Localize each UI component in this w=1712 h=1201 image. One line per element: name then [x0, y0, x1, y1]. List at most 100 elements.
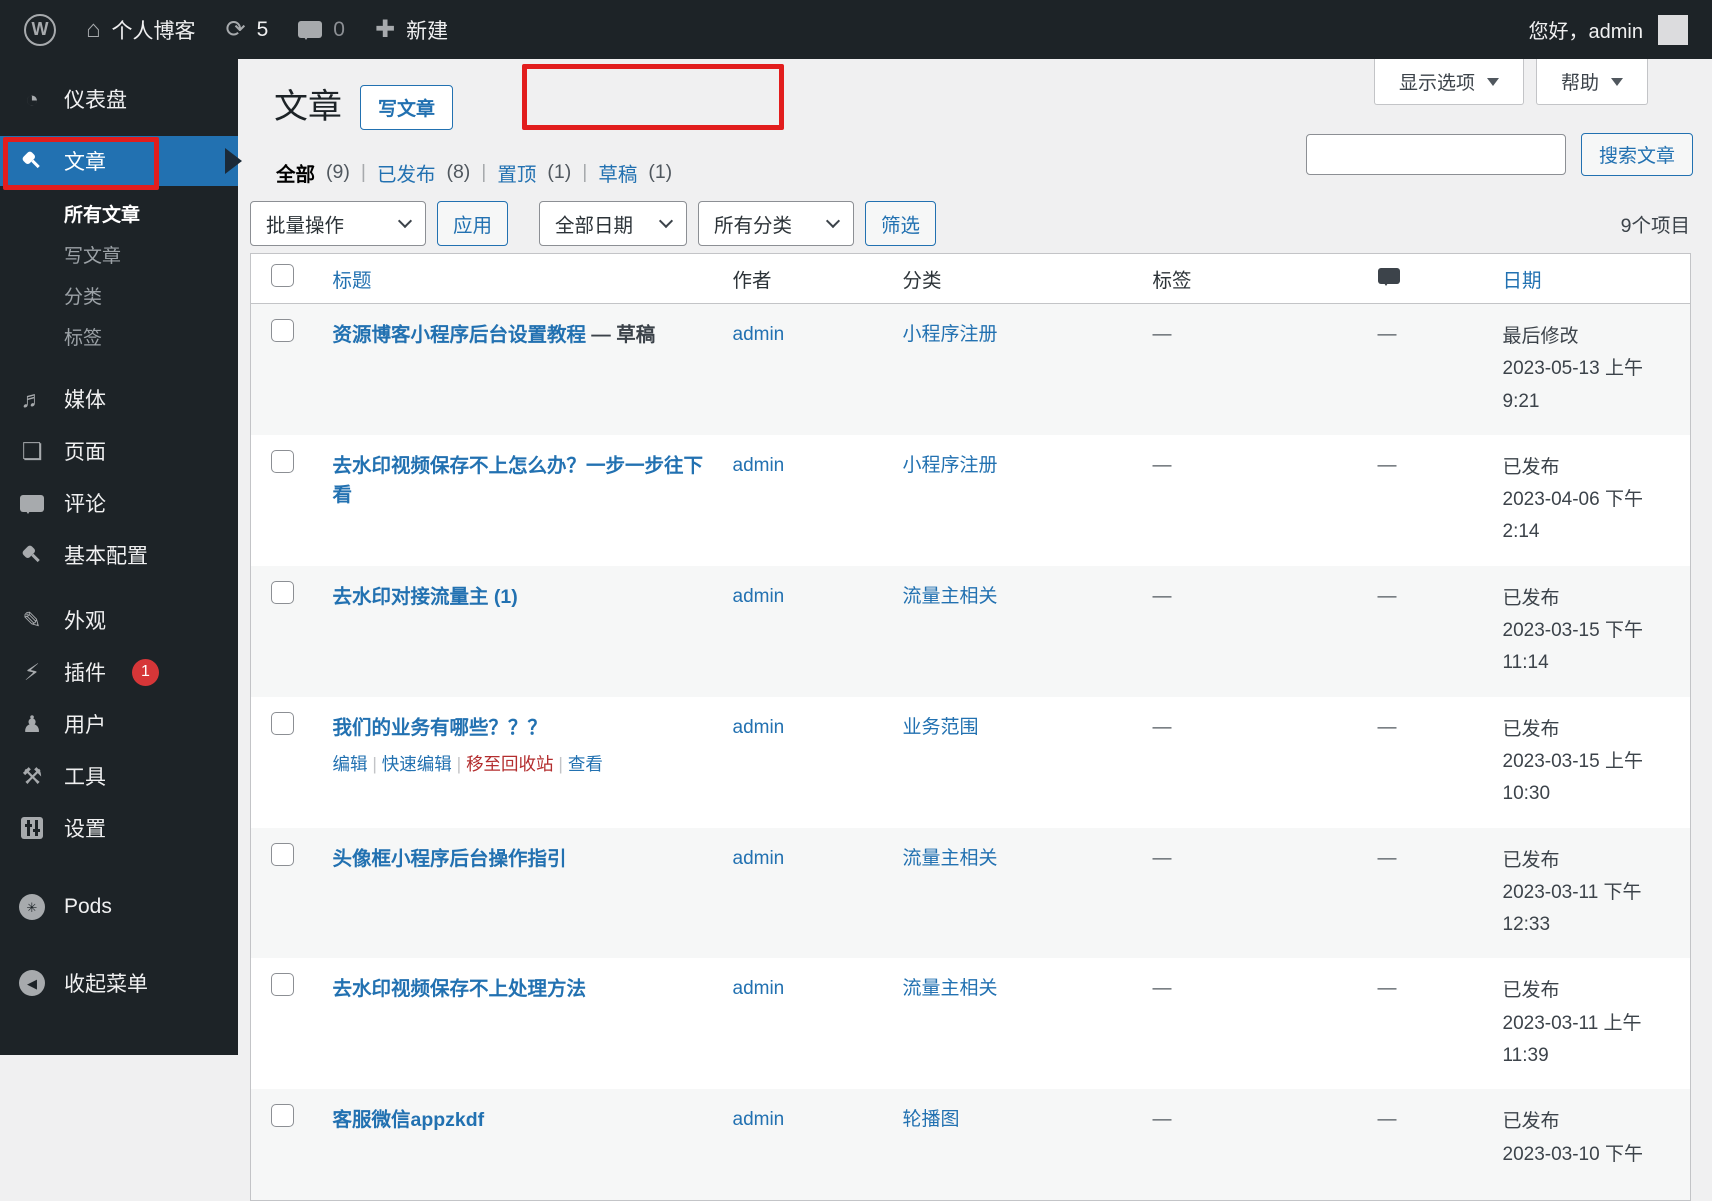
- tags-cell: —: [1152, 1109, 1172, 1131]
- search-posts-button[interactable]: 搜索文章: [1581, 133, 1694, 176]
- table-row: 去水印对接流量主 (1) admin 流量主相关 — — 已发布 2023-03…: [250, 565, 1691, 697]
- comments-link[interactable]: 0: [298, 18, 345, 42]
- author-link[interactable]: admin: [733, 978, 785, 999]
- row-checkbox[interactable]: [271, 711, 294, 735]
- plugins-update-badge: 1: [132, 658, 159, 686]
- author-link[interactable]: admin: [733, 1109, 785, 1130]
- category-link[interactable]: 业务范围: [903, 717, 979, 738]
- admin-bar: W ⌂ 个人博客 ⟳ 5 0 ✚ 新建 您好，admin: [0, 0, 1712, 59]
- date-cell: 已发布 2023-03-11 上午 11:39: [1491, 958, 1691, 1089]
- filter-separator: |: [582, 161, 588, 183]
- filter-published[interactable]: 已发布: [377, 158, 436, 187]
- pushpin-icon: [17, 544, 47, 566]
- column-header-title[interactable]: 标题: [320, 253, 721, 304]
- filter-all[interactable]: 全部: [276, 158, 315, 187]
- plus-icon: ✚: [374, 16, 396, 43]
- row-checkbox[interactable]: [271, 842, 294, 866]
- brush-icon: ✎: [22, 606, 42, 633]
- sidebar-item-posts[interactable]: 文章: [0, 136, 242, 186]
- quick-edit-action[interactable]: 快速编辑: [382, 754, 452, 774]
- screen-options-label: 显示选项: [1398, 73, 1475, 94]
- bulk-action-select[interactable]: 批量操作: [250, 201, 426, 246]
- post-title-link[interactable]: 头像框小程序后台操作指引: [333, 848, 567, 870]
- row-checkbox[interactable]: [271, 319, 294, 342]
- sidebar-item-plugins[interactable]: ⚡ 插件 1: [0, 646, 238, 698]
- search-input[interactable]: [1306, 134, 1566, 175]
- post-title-link[interactable]: 资源博客小程序后台设置教程: [333, 324, 587, 346]
- account-greeting[interactable]: 您好，admin: [1529, 15, 1643, 44]
- sidebar-item-label: 仪表盘: [64, 89, 127, 112]
- submenu-all-posts[interactable]: 所有文章: [0, 195, 238, 236]
- help-tab[interactable]: 帮助: [1535, 59, 1648, 105]
- sidebar-item-dashboard[interactable]: ◔ 仪表盘: [0, 74, 238, 124]
- category-link[interactable]: 流量主相关: [903, 848, 998, 869]
- category-link[interactable]: 小程序注册: [903, 324, 998, 345]
- date-cell: 已发布 2023-03-11 下午 12:33: [1491, 828, 1691, 959]
- sidebar-item-label: 页面: [64, 441, 106, 464]
- post-status: 已发布: [1502, 980, 1560, 1002]
- edit-action[interactable]: 编辑: [333, 754, 368, 774]
- sidebar-item-comments[interactable]: 评论: [0, 477, 238, 529]
- avatar[interactable]: [1658, 14, 1688, 45]
- post-title-link[interactable]: 我们的业务有哪些？？？: [333, 717, 548, 739]
- category-filter-select[interactable]: 所有分类: [698, 201, 855, 246]
- filter-separator: |: [360, 161, 366, 183]
- filter-button[interactable]: 筛选: [865, 201, 937, 246]
- comments-icon: [1377, 268, 1400, 286]
- view-action[interactable]: 查看: [568, 754, 603, 774]
- sidebar-item-pages[interactable]: ❏ 页面: [0, 425, 238, 477]
- author-link[interactable]: admin: [733, 586, 785, 607]
- main-content: 显示选项 帮助 文章 写文章 搜索文章 全部 (9) | 已发布 (8) | 置…: [238, 59, 1712, 1201]
- sidebar-item-users[interactable]: ♟ 用户: [0, 698, 238, 750]
- admin-sidebar: ◔ 仪表盘 文章 所有文章 写文章 分类 标签 ♬ 媒体 ❏ 页面 评论 基本配…: [0, 59, 242, 1055]
- select-all-checkbox[interactable]: [271, 264, 294, 287]
- author-link[interactable]: admin: [733, 717, 785, 738]
- filter-draft[interactable]: 草稿: [598, 158, 637, 187]
- new-content-label: 新建: [406, 19, 449, 43]
- collapse-arrow-icon: ◀: [17, 970, 47, 996]
- filter-sticky[interactable]: 置顶: [497, 158, 536, 187]
- author-link[interactable]: admin: [733, 848, 785, 869]
- post-status: 已发布: [1502, 849, 1560, 871]
- new-content-menu[interactable]: ✚ 新建: [375, 15, 448, 45]
- user-icon: ♟: [21, 710, 43, 737]
- sidebar-item-media[interactable]: ♬ 媒体: [0, 373, 238, 425]
- post-title-link[interactable]: 去水印视频保存不上处理方法: [333, 978, 587, 1000]
- sidebar-collapse-menu[interactable]: ◀ 收起菜单: [0, 957, 238, 1009]
- add-new-post-button[interactable]: 写文章: [360, 85, 454, 130]
- category-link[interactable]: 流量主相关: [903, 978, 998, 999]
- submenu-tags[interactable]: 标签: [0, 318, 238, 359]
- submenu-add-new-post[interactable]: 写文章: [0, 236, 238, 277]
- submenu-categories[interactable]: 分类: [0, 277, 238, 318]
- filter-count: (8): [446, 161, 471, 183]
- author-link[interactable]: admin: [733, 324, 785, 345]
- row-checkbox[interactable]: [271, 1104, 294, 1128]
- sidebar-item-tools[interactable]: ⚒ 工具: [0, 750, 238, 802]
- wordpress-menu[interactable]: W: [24, 13, 56, 46]
- post-title-link[interactable]: 去水印视频保存不上怎么办？一步一步往下看: [333, 455, 704, 507]
- post-title-link[interactable]: 去水印对接流量主 (1): [333, 586, 518, 608]
- date-filter-select[interactable]: 全部日期: [539, 201, 688, 246]
- screen-options-tab[interactable]: 显示选项: [1373, 59, 1524, 105]
- chevron-down-icon: [825, 213, 841, 229]
- site-link[interactable]: ⌂ 个人博客: [86, 15, 196, 45]
- category-link[interactable]: 小程序注册: [903, 455, 998, 476]
- post-datetime: 2023-03-11 上午 11:39: [1502, 1012, 1642, 1067]
- apply-button[interactable]: 应用: [437, 201, 509, 246]
- author-link[interactable]: admin: [733, 455, 785, 476]
- sidebar-item-settings[interactable]: 设置: [0, 802, 238, 854]
- row-checkbox[interactable]: [271, 973, 294, 997]
- category-link[interactable]: 流量主相关: [903, 586, 998, 607]
- category-link[interactable]: 轮播图: [903, 1109, 960, 1130]
- sidebar-item-pods[interactable]: ✳ Pods: [0, 881, 238, 933]
- filter-count: (1): [547, 161, 572, 183]
- sidebar-item-appearance[interactable]: ✎ 外观: [0, 594, 238, 646]
- row-checkbox[interactable]: [271, 580, 294, 604]
- sidebar-item-basic-config[interactable]: 基本配置: [0, 529, 238, 581]
- updates-link[interactable]: ⟳ 5: [226, 17, 269, 42]
- column-header-date[interactable]: 日期: [1490, 253, 1691, 304]
- post-title-link[interactable]: 客服微信appzkdf: [333, 1109, 485, 1131]
- trash-action[interactable]: 移至回收站: [466, 754, 554, 774]
- comments-cell: —: [1377, 716, 1397, 738]
- row-checkbox[interactable]: [271, 449, 294, 473]
